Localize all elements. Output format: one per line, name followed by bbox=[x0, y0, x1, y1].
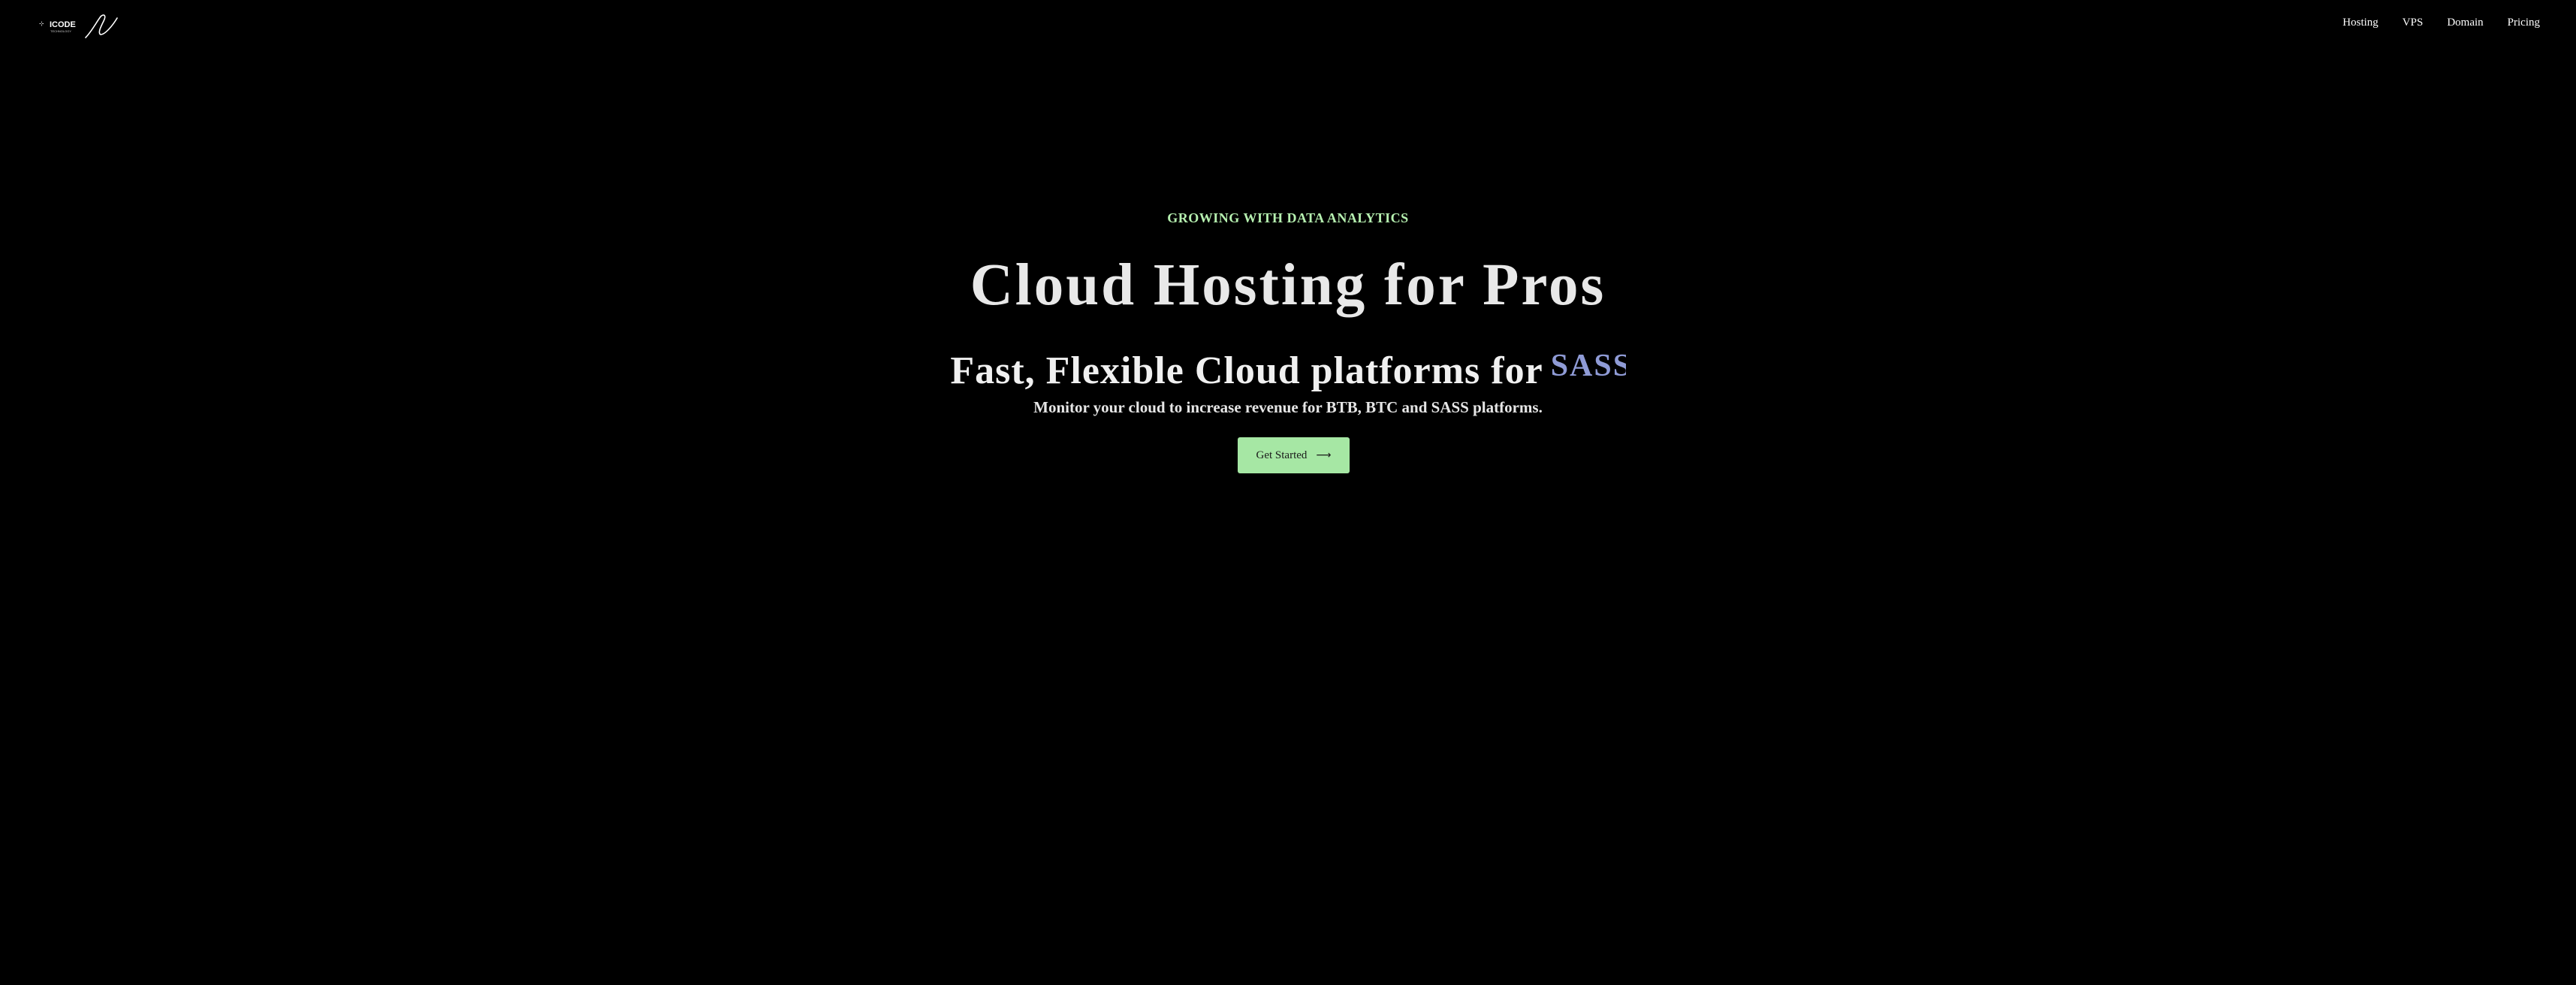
nav-item-domain[interactable]: Domain bbox=[2447, 17, 2483, 29]
nav-item-hosting[interactable]: Hosting bbox=[2342, 17, 2378, 29]
hero-title: Cloud Hosting for Pros bbox=[970, 252, 1606, 318]
brand-logo[interactable]: ⊹ ICODE TECHNOLOGY bbox=[39, 12, 120, 42]
nav-item-pricing[interactable]: Pricing bbox=[2508, 17, 2540, 29]
brand-logo-subtext: TECHNOLOGY bbox=[50, 29, 71, 33]
top-nav: Hosting VPS Domain Pricing bbox=[2318, 17, 2540, 29]
get-started-button[interactable]: Get Started ⟶ bbox=[1238, 437, 1350, 473]
hero-subtitle-typed: SASS. bbox=[1550, 349, 1626, 383]
nav-item-vps[interactable]: VPS bbox=[2403, 17, 2424, 29]
page: ⊹ ICODE TECHNOLOGY Hosting VPS Domain Pr… bbox=[0, 0, 2576, 985]
typed-text-container: SASS. bbox=[1551, 344, 1626, 383]
brand-logo-text: ICODE bbox=[50, 20, 76, 29]
svg-text:⊹: ⊹ bbox=[39, 20, 44, 27]
brand-logo-icon: ⊹ ICODE TECHNOLOGY bbox=[39, 14, 118, 38]
hero-eyebrow: GROWING WITH DATA ANALYTICS bbox=[1167, 210, 1409, 225]
hero-subtitle: Fast, Flexible Cloud platforms forSASS. bbox=[0, 344, 2576, 391]
get-started-label: Get Started bbox=[1256, 449, 1308, 461]
arrow-right-icon: ⟶ bbox=[1316, 449, 1332, 461]
hero-description: Monitor your cloud to increase revenue f… bbox=[1033, 398, 1543, 416]
hero-subtitle-prefix: Fast, Flexible Cloud platforms for bbox=[950, 349, 1543, 392]
